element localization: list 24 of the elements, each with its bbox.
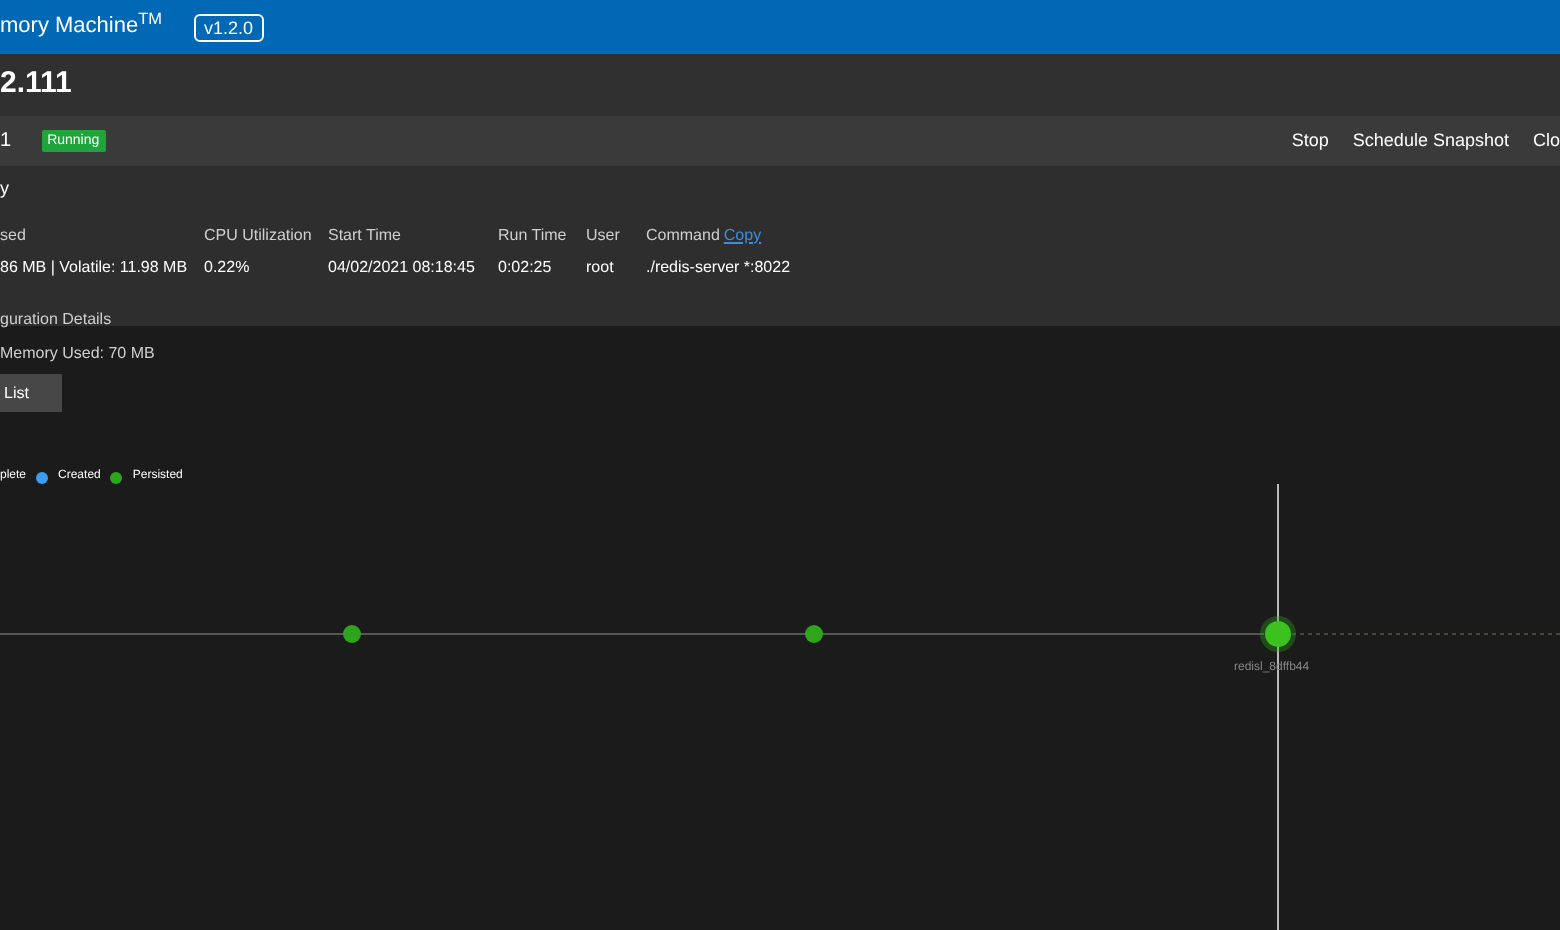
stat-value: root [586,255,616,279]
stat-label: User [586,223,620,247]
stat-value: 04/02/2021 08:18:45 [328,255,477,279]
stat-value: 0:02:25 [498,255,554,279]
stat-value: ./redis-server *:8022 [646,255,793,279]
stat-label: CPU Utilization [204,223,312,247]
list-button[interactable]: List [0,374,62,412]
copy-link[interactable]: Copy [723,223,762,247]
toolbar-action[interactable]: Schedule Snapshot [1352,127,1509,155]
memory-used-text: Memory Used: 70 MB [0,342,157,366]
toolbar-action[interactable]: Stop [1291,127,1329,155]
stat-label: Start Time [328,223,401,247]
stat-value: 86 MB | Volatile: 11.98 MB [0,255,190,279]
app-title: mory Machine$^{TM}$ [0,10,162,43]
stat-value: 0.22% [204,255,252,279]
stat-label: sed [0,223,26,247]
page-title: 2.111 [0,64,72,105]
section-heading: y [0,176,11,202]
configuration-link[interactable]: guration Details [0,307,1560,331]
version-badge: v1.2.0 [194,13,264,41]
stat-label: Command [646,223,720,247]
toolbar-action[interactable]: Clo [1532,127,1560,155]
instance-number: 1 [0,128,12,156]
stat-label: Run Time [498,223,567,247]
